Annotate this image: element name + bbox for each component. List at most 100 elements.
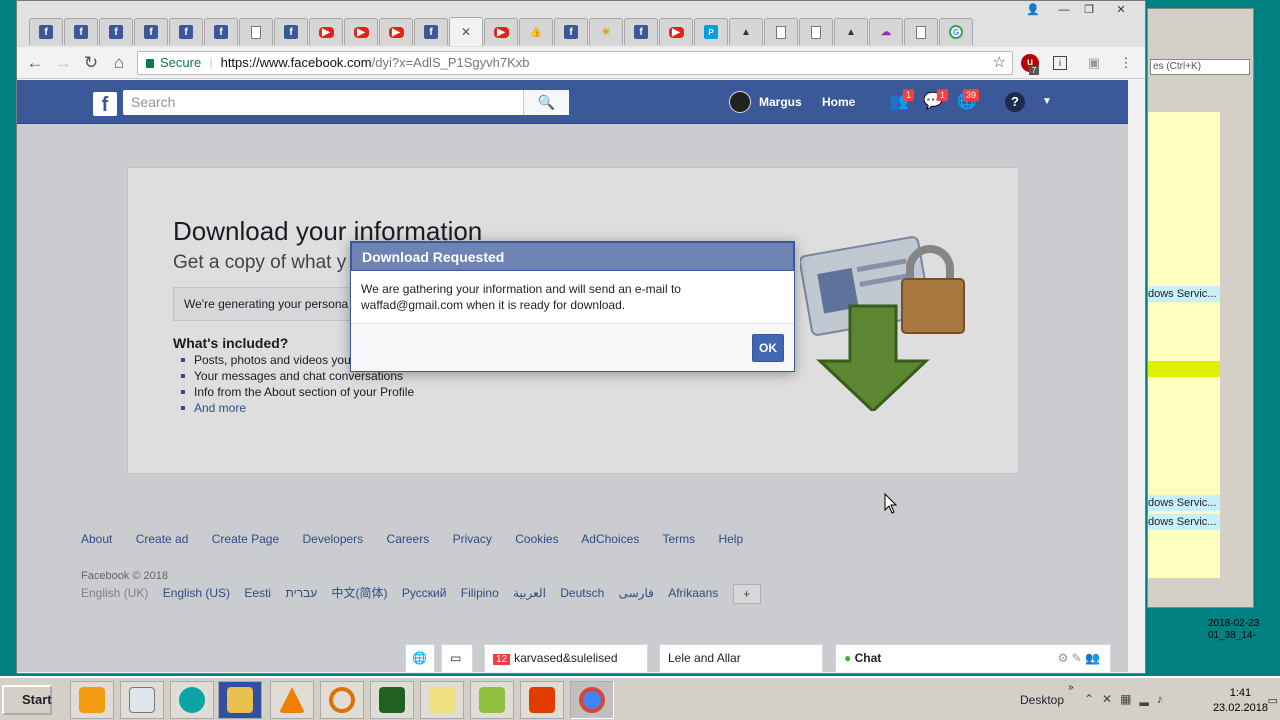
browser-tab[interactable]: f — [99, 18, 133, 45]
fb-favicon-icon: f — [144, 25, 158, 39]
list-item[interactable]: dows Servic... — [1148, 514, 1220, 530]
browser-tab[interactable]: f — [134, 18, 168, 45]
start-button[interactable]: Start — [2, 685, 52, 715]
chrome-taskbar-icon[interactable] — [570, 681, 614, 719]
doc-favicon-icon — [811, 25, 821, 39]
cloud-favicon-icon: ☁ — [881, 26, 891, 38]
browser-tab[interactable] — [799, 18, 833, 45]
browser-tab[interactable]: ☀ — [589, 18, 623, 45]
list-item[interactable]: dows Servic... — [1148, 495, 1220, 511]
url-host: https://www.facebook.com — [220, 55, 372, 70]
reload-icon[interactable]: ↻ — [81, 53, 101, 73]
url-path: /dyi?x=AdlS_P1Sgyvh7Kxb — [371, 55, 530, 70]
browser-tab[interactable]: G — [939, 18, 973, 45]
chat-compose-icon[interactable]: ▭ — [441, 644, 473, 672]
fb-favicon-icon: f — [179, 25, 193, 39]
dialog-body: We are gathering your information and wi… — [361, 281, 781, 313]
minimize-button[interactable]: — — [1053, 3, 1075, 17]
eset-icon[interactable] — [170, 681, 214, 719]
browser-tab[interactable]: f — [624, 18, 658, 45]
background-timestamp: 2018-02-23 01_38_14- — [1208, 618, 1259, 642]
back-icon[interactable]: ← — [25, 53, 45, 73]
home-icon[interactable]: ⌂ — [109, 53, 129, 73]
bookmark-star-icon[interactable]: ☆ — [993, 52, 1006, 74]
browser-tab[interactable]: P — [694, 18, 728, 45]
dialog-title: Download Requested — [351, 242, 794, 271]
doc-favicon-icon — [916, 25, 926, 39]
menu-icon[interactable]: ⋮ — [1117, 54, 1135, 72]
address-bar[interactable]: Secure | https://www.facebook.com/dyi?x=Ad… — [137, 51, 1013, 75]
chat-sidebar-tab[interactable]: ● Chat ⚙ ✎ 👥 — [835, 644, 1111, 672]
browser-tab[interactable]: f — [169, 18, 203, 45]
browser-tab[interactable]: ▶ — [379, 18, 413, 45]
chat-group-name: karvased&sulelised — [514, 651, 618, 665]
account-menu-chevron-down-icon[interactable]: ▼ — [1037, 92, 1057, 112]
chat-settings-icon[interactable]: ⚙ ✎ 👥 — [1058, 645, 1100, 671]
grey-extension-icon[interactable]: ▣ — [1085, 54, 1103, 72]
browser-tab[interactable]: f — [274, 18, 308, 45]
restore-button[interactable]: ❐ — [1078, 3, 1100, 17]
folder-icon[interactable] — [218, 681, 262, 719]
forward-icon[interactable]: → — [53, 53, 73, 73]
facebook-search-input[interactable]: Search — [123, 90, 569, 115]
office-icon[interactable] — [520, 681, 564, 719]
list-item[interactable]: dows Servic... — [1148, 286, 1220, 302]
browser-tab[interactable]: f — [554, 18, 588, 45]
show-desktop-icon[interactable]: ▭ — [1268, 694, 1278, 707]
lock-icon — [146, 59, 154, 68]
help-icon[interactable]: ? — [1005, 92, 1025, 112]
system-tray: Desktop » ⌃✕▦▂♪ 1:41 23.02.2018 ▭ — [1014, 680, 1280, 720]
browser-tab[interactable]: ▲ — [834, 18, 868, 45]
browser-tab[interactable]: f — [29, 18, 63, 45]
profile-icon[interactable]: 👤 — [1022, 3, 1044, 17]
explorer-window-icon[interactable] — [120, 681, 164, 719]
profile-link[interactable]: Margus — [759, 80, 802, 124]
extension-badge: 7 — [1029, 66, 1039, 75]
tray-icons[interactable]: ⌃✕▦▂♪ — [1084, 692, 1171, 706]
browser-tab[interactable]: ▲ — [729, 18, 763, 45]
browser-tab[interactable]: ▶ — [309, 18, 343, 45]
clock-time: 1:41 — [1229, 687, 1252, 699]
doc-favicon-icon — [251, 25, 261, 39]
vlc-icon[interactable] — [270, 681, 314, 719]
browser-tab[interactable]: f — [414, 18, 448, 45]
search-tool-icon[interactable] — [320, 681, 364, 719]
fb-favicon-icon: f — [284, 25, 298, 39]
page-scrollbar[interactable] — [1128, 80, 1145, 673]
browser-tab[interactable]: 👍 — [519, 18, 553, 45]
close-window-button[interactable]: ✕ — [1110, 3, 1132, 17]
taskbar: Start Desktop » ⌃✕▦▂♪ 1:41 23.02.2018 ▭ — [0, 676, 1280, 720]
mouse-cursor-icon — [884, 493, 898, 514]
browser-tab[interactable]: ▶ — [484, 18, 518, 45]
browser-tab[interactable]: ▶ — [659, 18, 693, 45]
notes-icon[interactable] — [420, 681, 464, 719]
ok-button[interactable]: OK — [752, 334, 784, 362]
active-tab[interactable]: ✕ — [449, 17, 483, 46]
terminal-icon[interactable] — [370, 681, 414, 719]
yt-favicon-icon: ▶ — [318, 26, 334, 38]
list-item-highlight[interactable] — [1148, 361, 1220, 377]
clock[interactable]: 1:41 23.02.2018 — [1213, 686, 1268, 716]
browser-tab[interactable] — [239, 18, 273, 45]
user-avatar[interactable] — [729, 91, 751, 113]
browser-tab[interactable] — [764, 18, 798, 45]
browser-tab[interactable] — [904, 18, 938, 45]
browser-tab[interactable]: ▶ — [344, 18, 378, 45]
browser-tab[interactable]: f — [204, 18, 238, 45]
tab-strip: f f f f f f f ▶ ▶ ▶ f ✕ ▶ 👍 f ☀ f ▶ P ▲ ▲ ☁ G — [17, 1, 1145, 47]
home-link[interactable]: Home — [822, 80, 855, 124]
search-icon[interactable]: 🔍 — [523, 90, 569, 115]
chevron-up-icon[interactable]: » — [1068, 682, 1074, 693]
facebook-logo-icon[interactable]: f — [93, 92, 117, 116]
chat-group-tab[interactable]: Lele and Allar — [659, 644, 823, 672]
info-extension-icon[interactable]: i — [1053, 56, 1067, 70]
media-player-icon[interactable] — [70, 681, 114, 719]
chat-group-tab[interactable]: 12 karvased&sulelised — [484, 644, 648, 672]
notepad-plus-icon[interactable] — [470, 681, 514, 719]
background-search-field[interactable]: es (Ctrl+K) — [1150, 59, 1250, 75]
desktop-toolbar-label[interactable]: Desktop — [1020, 693, 1064, 707]
browser-tab[interactable]: ☁ — [869, 18, 903, 45]
secure-label: Secure — [160, 55, 202, 70]
browser-tab[interactable]: f — [64, 18, 98, 45]
globe-chat-icon[interactable]: 🌐 — [405, 644, 435, 672]
